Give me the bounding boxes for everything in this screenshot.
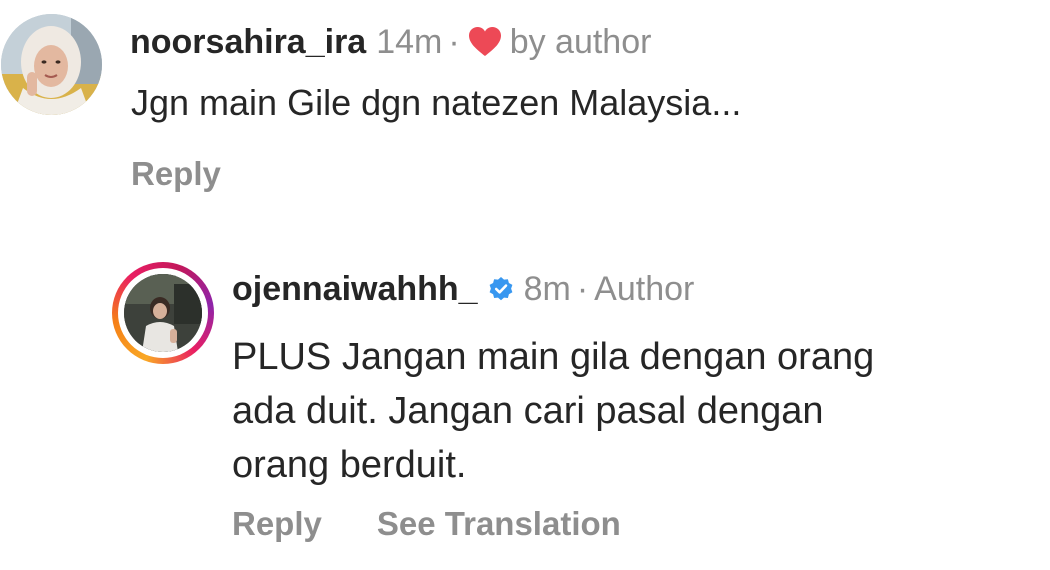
separator-dot: ·	[448, 22, 460, 61]
story-ring[interactable]	[112, 262, 214, 364]
reply-text-line: PLUS Jangan main gila dengan orang	[232, 336, 875, 378]
reply-text-line: orang berduit.	[232, 444, 467, 486]
reply-button[interactable]: Reply	[131, 155, 221, 193]
author-badge: Author	[594, 269, 695, 308]
avatar-photo	[1, 14, 102, 115]
liked-by-author-label: by author	[509, 22, 652, 61]
avatar[interactable]	[1, 14, 102, 115]
comment-header: noorsahira_ira 14m · by author	[130, 20, 651, 64]
see-translation-button[interactable]: See Translation	[377, 505, 621, 543]
avatar-photo	[124, 274, 202, 352]
heart-icon	[468, 26, 502, 58]
separator-dot: ·	[576, 269, 589, 308]
reply-timestamp: 8m	[523, 269, 571, 308]
reply-text-line: ada duit. Jangan cari pasal dengan	[232, 390, 824, 432]
comment-text: Jgn main Gile dgn natezen Malaysia...	[131, 82, 742, 123]
reply-button[interactable]: Reply	[232, 505, 322, 543]
reply-actions: Reply See Translation	[232, 505, 621, 543]
comment-timestamp: 14m	[376, 22, 443, 61]
comment-username[interactable]: noorsahira_ira	[130, 23, 366, 62]
reply-username[interactable]: ojennaiwahhh_	[232, 270, 478, 309]
reply-text: PLUS Jangan main gila dengan orang ada d…	[232, 330, 1032, 492]
reply-header: ojennaiwahhh_ 8m · Author	[232, 267, 694, 311]
verified-badge-icon	[488, 276, 514, 302]
avatar[interactable]	[124, 274, 202, 352]
comment: noorsahira_ira 14m · by author Jgn main …	[0, 0, 1050, 230]
